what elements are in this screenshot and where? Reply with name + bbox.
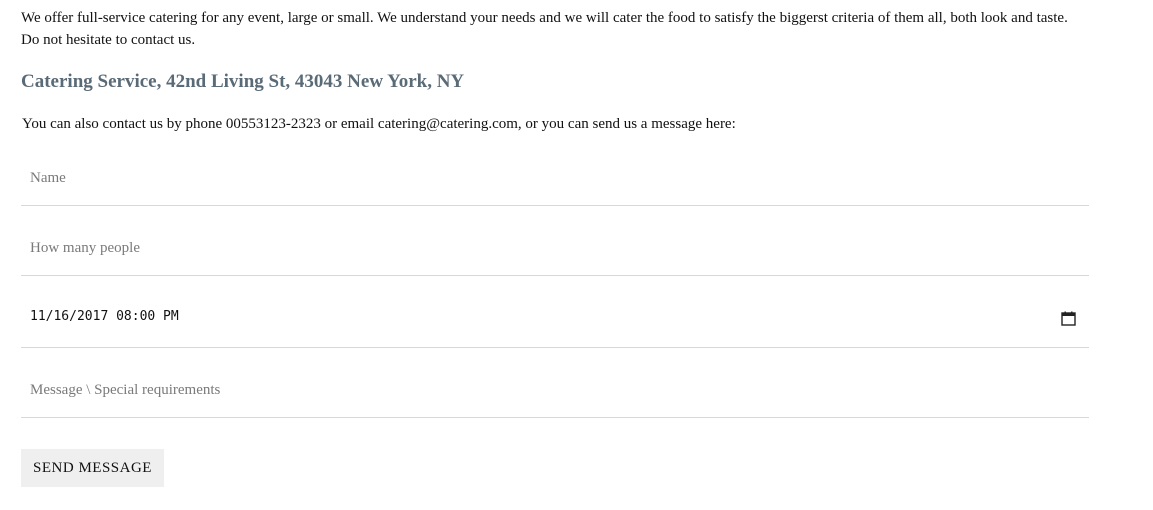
send-message-button[interactable]: SEND MESSAGE bbox=[21, 449, 164, 487]
datetime-field[interactable]: 11/16/2017 08:00 PM bbox=[21, 292, 1089, 348]
message-input[interactable] bbox=[21, 364, 1089, 417]
message-field-container bbox=[21, 364, 1089, 418]
contact-section: We offer full-service catering for any e… bbox=[21, 0, 1089, 487]
people-field-container bbox=[21, 222, 1089, 276]
datetime-value[interactable]: 11/16/2017 08:00 PM bbox=[30, 309, 179, 324]
intro-paragraph: We offer full-service catering for any e… bbox=[21, 10, 1068, 48]
name-field-container bbox=[21, 152, 1089, 206]
address-heading: Catering Service, 42nd Living St, 43043 … bbox=[21, 71, 465, 92]
name-input[interactable] bbox=[21, 152, 1089, 205]
calendar-icon[interactable] bbox=[1061, 311, 1076, 326]
people-count-input[interactable] bbox=[21, 222, 1089, 275]
contact-info-text: You can also contact us by phone 0055312… bbox=[22, 116, 736, 132]
